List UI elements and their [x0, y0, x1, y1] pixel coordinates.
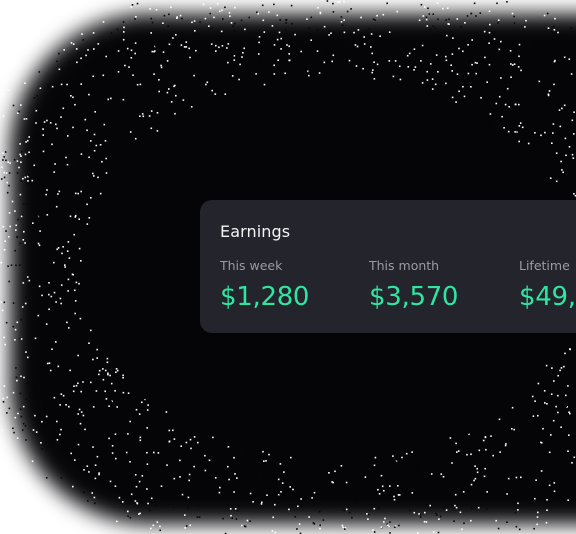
stat-label-this-month: This month [369, 258, 440, 273]
screenshot-stage: Earnings This week $1,280 This month $3,… [0, 0, 576, 534]
stat-value-this-month: $3,570 [369, 282, 459, 312]
stat-label-this-week: This week [220, 258, 283, 273]
earnings-stats: This week $1,280 This month $3,570 Lifet… [220, 258, 576, 318]
stat-value-lifetime: $49,7 [519, 282, 576, 312]
stat-lifetime: Lifetime $49,7 [519, 258, 576, 314]
earnings-title: Earnings [220, 222, 291, 241]
stat-value-this-week: $1,280 [220, 282, 310, 312]
earnings-card: Earnings This week $1,280 This month $3,… [200, 200, 576, 333]
stat-this-week: This week $1,280 [220, 258, 309, 314]
stat-this-month: This month $3,570 [369, 258, 458, 314]
stat-label-lifetime: Lifetime [519, 258, 570, 273]
